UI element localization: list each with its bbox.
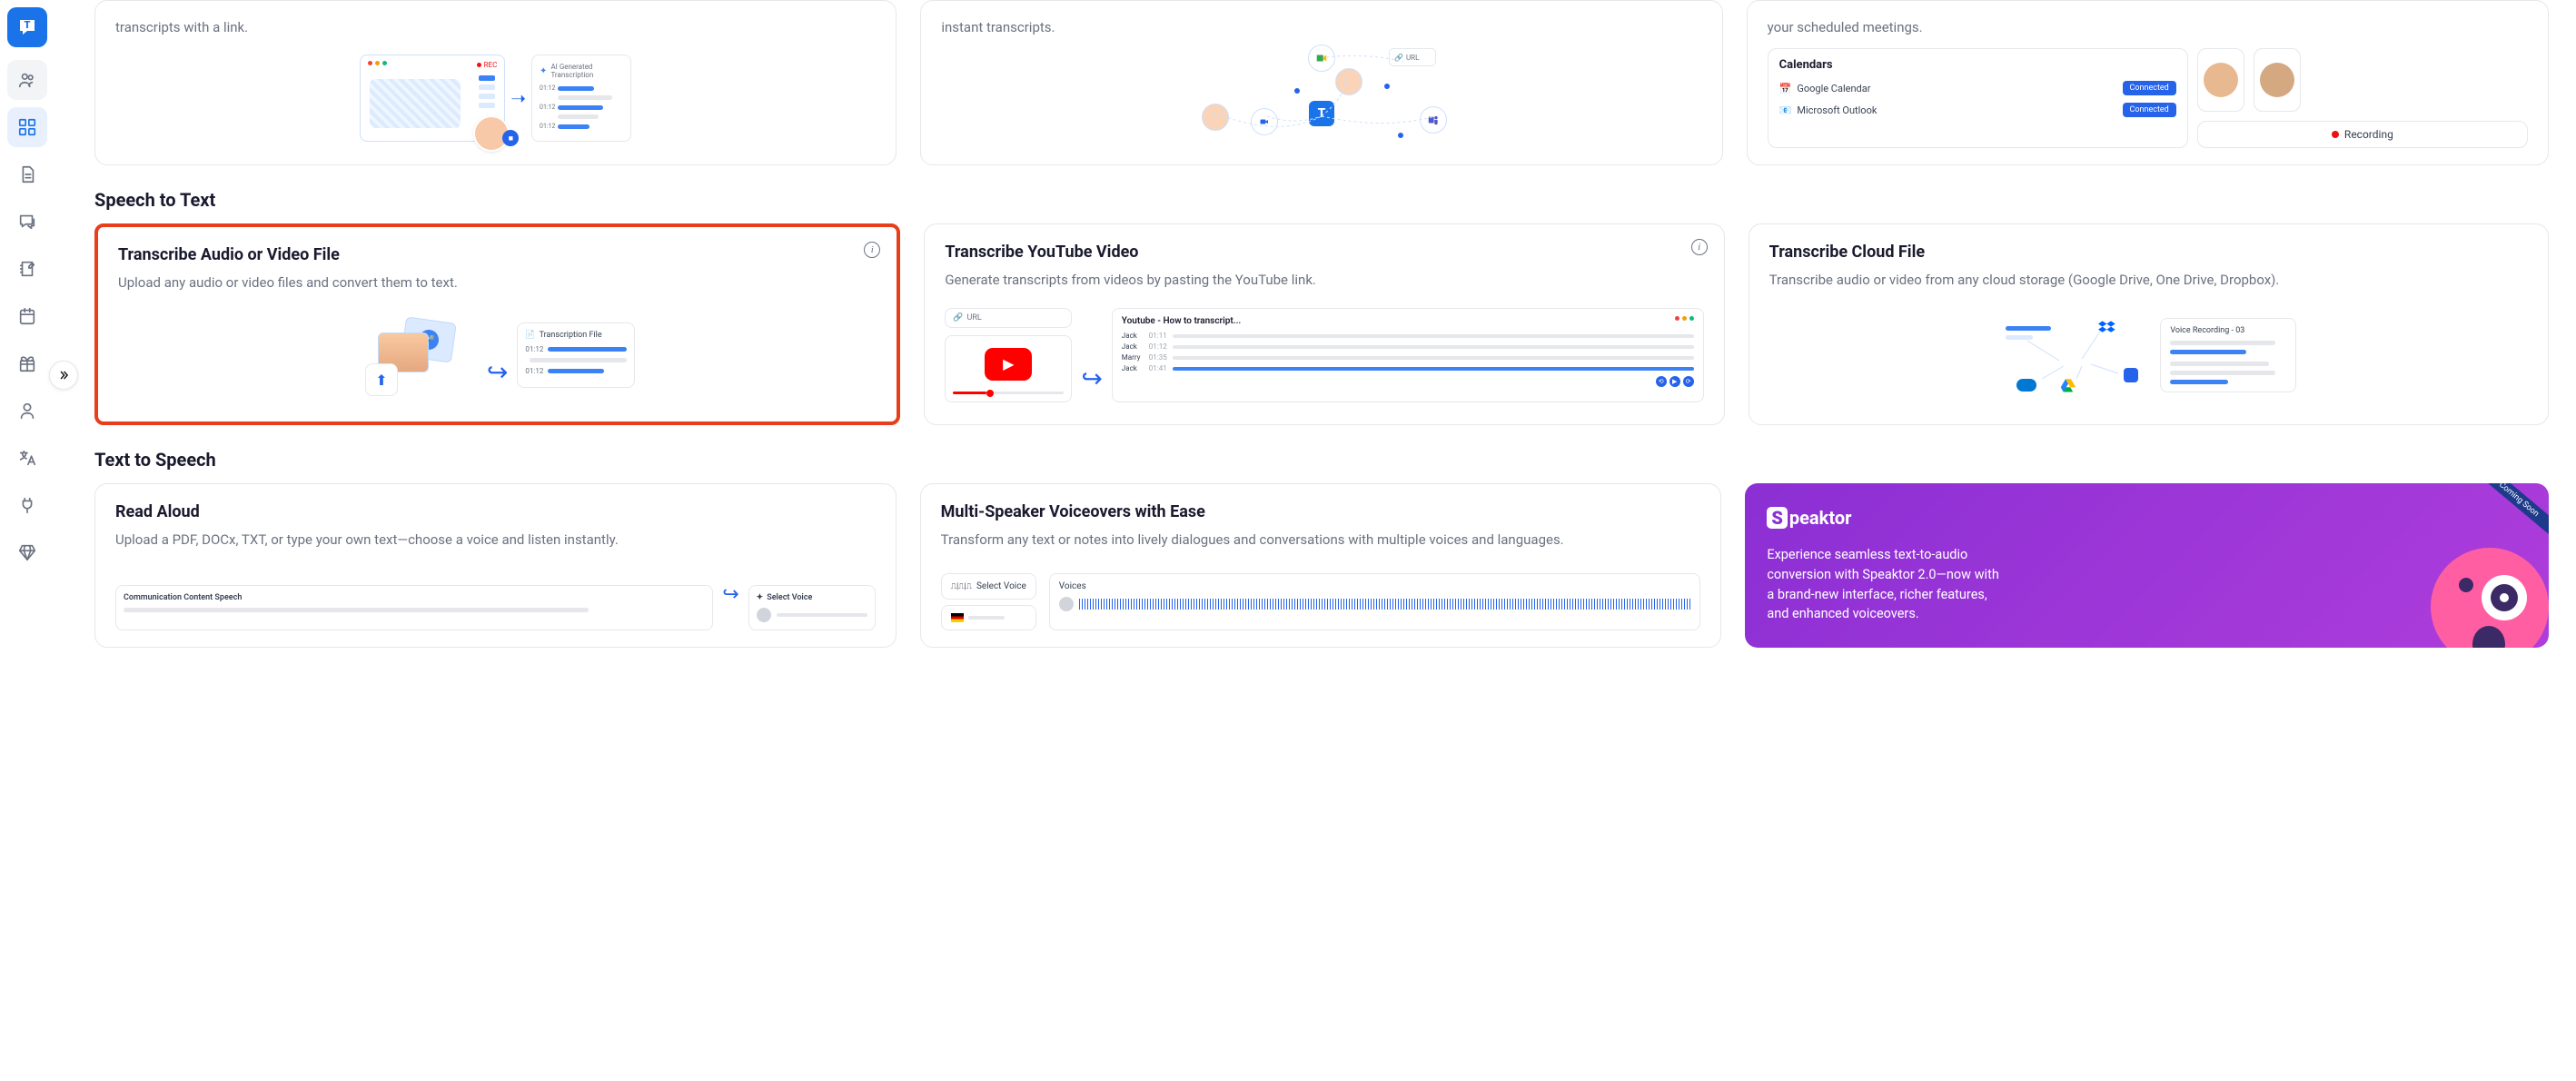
card-desc: instant transcripts. (941, 19, 1701, 35)
sparkle-icon: ✦ (757, 593, 764, 602)
card-transcribe-youtube[interactable]: i Transcribe YouTube Video Generate tran… (924, 223, 1724, 425)
sidebar-item-premium[interactable] (7, 532, 47, 572)
illustration-calendars: Calendars 📅Google Calendar Connected 📧Mi… (1768, 48, 2528, 148)
recording-badge: Recording (2197, 121, 2528, 148)
speaktor-logo: Speaktor (1767, 507, 2527, 529)
card-speaktor-promo[interactable]: Coming Soon Speaktor Experience seamless… (1745, 483, 2549, 648)
outlook-icon: 📧 (1779, 104, 1792, 116)
illustration-youtube: 🔗 URL ▶ ↪ Youtube - How to transcript...… (945, 302, 1703, 408)
illustration-read-aloud: Communication Content Speech ↪ ✦Select V… (115, 562, 876, 630)
camera-icon: ■ (502, 130, 519, 146)
card-desc: your scheduled meetings. (1768, 19, 2528, 35)
card-multi-speaker[interactable]: Multi-Speaker Voiceovers with Ease Trans… (920, 483, 1722, 648)
germany-flag-icon (951, 613, 964, 622)
app-logo[interactable]: T (7, 7, 47, 47)
sidebar-item-notes[interactable] (7, 249, 47, 289)
card-read-aloud[interactable]: Read Aloud Upload a PDF, DOCx, TXT, or t… (94, 483, 897, 648)
card-title: Transcribe YouTube Video (945, 243, 1703, 262)
arrow-icon: ↪ (722, 583, 738, 606)
arrow-icon: ↪ (487, 357, 508, 387)
card-transcribe-file[interactable]: i Transcribe Audio or Video File Upload … (94, 223, 900, 425)
card-title: Multi-Speaker Voiceovers with Ease (941, 502, 1701, 521)
sidebar-item-team[interactable] (7, 60, 47, 100)
main-content: transcripts with a link. REC ■ ➝ AI Gene… (54, 0, 2576, 666)
card-title: Transcribe Cloud File (1769, 243, 2528, 262)
youtube-icon: ▶ (985, 348, 1032, 381)
sidebar-item-chat[interactable] (7, 202, 47, 242)
sidebar-item-dashboard[interactable] (7, 107, 47, 147)
info-icon[interactable]: i (864, 242, 880, 258)
connected-badge: Connected (2123, 81, 2176, 95)
speaktor-desc: Experience seamless text-to-audio conver… (1767, 545, 2003, 624)
sidebar-item-gift[interactable] (7, 343, 47, 383)
sidebar-item-integrations[interactable] (7, 485, 47, 525)
card-desc: Upload a PDF, DOCx, TXT, or type your ow… (115, 531, 876, 550)
card-title: Transcribe Audio or Video File (118, 245, 877, 264)
card-desc: transcripts with a link. (115, 19, 876, 35)
card-instant-transcripts[interactable]: instant transcripts. T 🔗 URL (920, 0, 1722, 165)
connected-badge: Connected (2123, 103, 2176, 117)
sidebar-expand-button[interactable] (49, 361, 78, 390)
upload-icon: ⬆ (365, 363, 398, 396)
section-title-tts: Text to Speech (94, 449, 2549, 471)
calendars-title: Calendars (1779, 58, 2176, 72)
svg-text:T: T (25, 19, 31, 31)
card-desc: Transform any text or notes into lively … (941, 531, 1701, 550)
card-title: Read Aloud (115, 502, 876, 521)
card-desc: Upload any audio or video files and conv… (118, 273, 877, 293)
illustration-cloud: Voice Recording - 03 (1769, 302, 2528, 408)
sidebar-item-translate[interactable] (7, 438, 47, 478)
card-transcribe-cloud[interactable]: Transcribe Cloud File Transcribe audio o… (1749, 223, 2549, 425)
illustration-record: REC ■ ➝ AI Generated Transcription 01:12… (115, 48, 876, 148)
illustration-network: T 🔗 URL (941, 48, 1701, 148)
info-icon[interactable]: i (1691, 239, 1708, 255)
card-calendar-sync[interactable]: your scheduled meetings. Calendars 📅Goog… (1747, 0, 2549, 165)
sidebar: T (0, 0, 54, 666)
speaktor-mascot (2422, 539, 2549, 648)
card-desc: Generate transcripts from videos by past… (945, 271, 1703, 290)
sidebar-item-document[interactable] (7, 154, 47, 194)
card-record-meeting[interactable]: transcripts with a link. REC ■ ➝ AI Gene… (94, 0, 897, 165)
section-title-stt: Speech to Text (94, 189, 2549, 211)
arrow-icon: ↪ (1081, 363, 1102, 393)
illustration-upload: 🎤 ⬆ ↪ Transcription File 01:12 01:12 (118, 305, 877, 405)
illustration-multi-speaker: ⎍|⎍|⎍Select Voice Voices (941, 562, 1701, 630)
sidebar-item-profile[interactable] (7, 391, 47, 431)
sidebar-item-calendar[interactable] (7, 296, 47, 336)
card-desc: Transcribe audio or video from any cloud… (1769, 271, 2528, 290)
google-calendar-icon: 📅 (1779, 83, 1792, 94)
